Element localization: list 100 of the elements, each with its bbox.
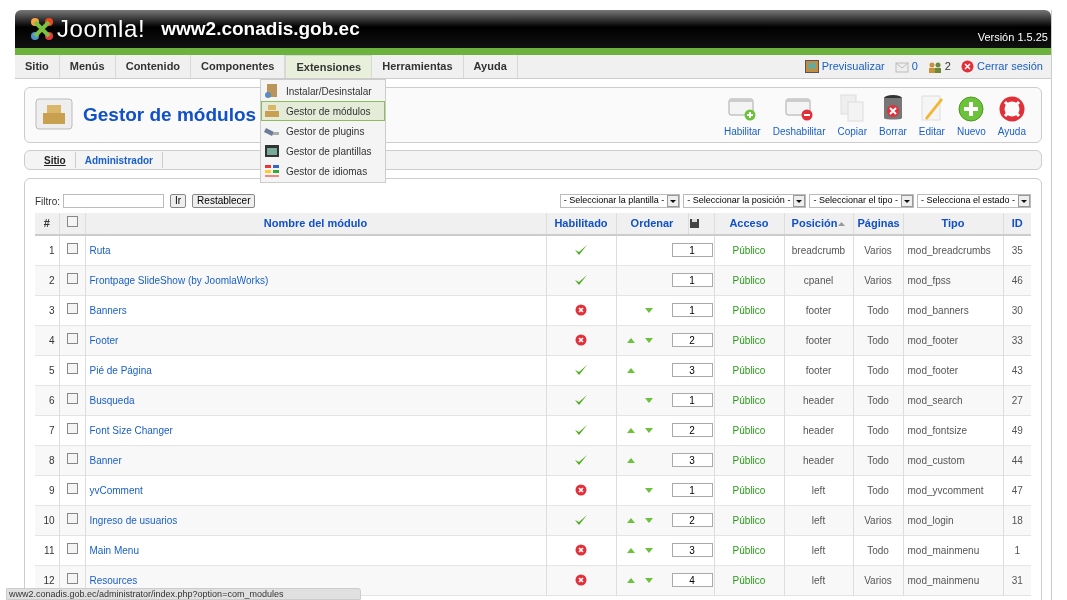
toolbar-button[interactable]: Ayuda: [992, 91, 1031, 139]
checkbox[interactable]: [66, 422, 78, 434]
move-up-icon[interactable]: [626, 337, 635, 343]
checkbox[interactable]: [66, 243, 78, 254]
checkbox[interactable]: [66, 392, 78, 404]
window-plus-icon: [728, 95, 757, 122]
move-down-icon[interactable]: [644, 427, 653, 433]
checkbox[interactable]: [66, 542, 78, 554]
order-input[interactable]: 2: [671, 513, 713, 527]
module-link[interactable]: Banner: [89, 454, 122, 466]
module-link[interactable]: Font Size Changer: [89, 424, 173, 436]
toolbar-button[interactable]: Habilitar: [719, 91, 766, 139]
move-down-icon[interactable]: [644, 547, 653, 553]
move-up-icon[interactable]: [626, 367, 635, 373]
toolbar-button[interactable]: Editar: [913, 91, 950, 139]
order-input[interactable]: 2: [671, 423, 713, 437]
check-icon: [574, 394, 588, 406]
subtab-link[interactable]: Administrador: [84, 154, 153, 166]
access-cell: Público: [714, 445, 784, 475]
filter-select[interactable]: - Selecciona el estado -: [916, 194, 1031, 208]
menu-tab[interactable]: Herramientas: [372, 55, 464, 78]
dropdown-item[interactable]: Instalar/Desinstalar: [261, 81, 385, 101]
move-up-icon[interactable]: [626, 547, 635, 553]
filter-select[interactable]: - Seleccionar la posición -: [683, 194, 807, 208]
module-link[interactable]: yvComment: [89, 484, 143, 496]
table-cell: mod_banners: [903, 295, 1003, 325]
order-input[interactable]: 1: [671, 303, 713, 317]
checkbox[interactable]: [66, 512, 78, 524]
table-cell: Todo: [853, 445, 903, 475]
checkbox[interactable]: [66, 362, 78, 374]
order-input[interactable]: 3: [671, 453, 713, 467]
column-header[interactable]: Tipo: [941, 215, 965, 232]
module-link[interactable]: Banners: [89, 304, 127, 316]
module-link[interactable]: Ruta: [89, 245, 111, 256]
access-cell: Público: [714, 235, 784, 265]
checkbox[interactable]: [66, 272, 78, 284]
toolbar-button[interactable]: Deshabilitar: [767, 91, 831, 139]
module-link[interactable]: Frontpage SlideShow (by JoomlaWorks): [89, 274, 269, 286]
checkbox[interactable]: [66, 572, 78, 584]
table-cell: 44: [1003, 445, 1031, 475]
menu-tab[interactable]: Menús: [59, 55, 116, 78]
order-input[interactable]: 1: [671, 243, 713, 258]
header-link[interactable]: Cerrar sesión: [976, 58, 1043, 75]
move-up-icon[interactable]: [626, 517, 635, 523]
filter-select[interactable]: - Seleccionar la plantilla -: [559, 194, 681, 208]
table-cell: Todo: [853, 475, 903, 505]
dropdown-item[interactable]: Gestor de plantillas: [261, 141, 385, 161]
order-input[interactable]: 3: [671, 363, 713, 377]
menu-tab[interactable]: Sitio: [15, 55, 60, 78]
module-link[interactable]: Footer: [89, 334, 119, 346]
move-down-icon[interactable]: [644, 577, 653, 583]
table-cell: header: [784, 445, 853, 475]
order-input[interactable]: 4: [671, 573, 713, 587]
checkbox[interactable]: [66, 332, 78, 344]
move-down-icon[interactable]: [644, 337, 653, 343]
move-down-icon[interactable]: [644, 487, 653, 493]
dropdown-item[interactable]: Gestor de módulos: [261, 101, 385, 121]
module-link[interactable]: Ingreso de usuarios: [89, 514, 178, 526]
save-order-icon[interactable]: [688, 218, 700, 229]
toolbar-button[interactable]: Borrar: [874, 91, 912, 139]
menu-tab[interactable]: Contenido: [115, 55, 192, 78]
checkbox[interactable]: [66, 302, 78, 314]
toolbar-button[interactable]: Nuevo: [951, 91, 991, 139]
checkbox[interactable]: [66, 452, 78, 464]
table-cell: left: [784, 535, 853, 565]
order-input[interactable]: 1: [671, 483, 713, 497]
count-label[interactable]: 0: [911, 58, 918, 75]
access-cell: Público: [714, 295, 784, 325]
move-down-icon[interactable]: [644, 307, 653, 313]
filter-input[interactable]: [63, 194, 164, 208]
check-icon: [574, 244, 588, 257]
checkbox[interactable]: [66, 216, 78, 228]
filter-select[interactable]: - Seleccionar el tipo -: [809, 194, 914, 208]
order-input[interactable]: 1: [671, 393, 713, 407]
column-header[interactable]: Nombre del módulo: [263, 215, 368, 232]
reset-button[interactable]: Restablecer: [192, 194, 256, 208]
move-up-icon[interactable]: [626, 457, 635, 463]
order-input[interactable]: 1: [671, 273, 713, 287]
move-down-icon[interactable]: [644, 517, 653, 523]
menu-tab[interactable]: Extensiones: [285, 55, 373, 78]
dropdown-item[interactable]: Gestor de plugins: [261, 121, 385, 141]
module-link[interactable]: Resources: [89, 574, 138, 586]
order-input[interactable]: 2: [671, 333, 713, 347]
table-cell: Varios: [853, 265, 903, 295]
toolbar-button[interactable]: Copiar: [832, 91, 872, 139]
table-cell: mod_custom: [903, 445, 1003, 475]
checkbox[interactable]: [66, 482, 78, 494]
move-up-icon[interactable]: [626, 427, 635, 433]
move-down-icon[interactable]: [644, 397, 653, 403]
header-link[interactable]: Previsualizar: [821, 58, 885, 75]
module-link[interactable]: Pié de Página: [89, 364, 152, 376]
subtab-link[interactable]: Sitio: [44, 154, 66, 166]
module-link[interactable]: Busqueda: [89, 394, 135, 406]
copy-icon: [838, 93, 867, 122]
menu-tab[interactable]: Ayuda: [463, 55, 518, 78]
dropdown-item[interactable]: Gestor de idiomas: [261, 161, 385, 181]
go-button[interactable]: Ir: [170, 194, 187, 208]
order-input[interactable]: 3: [671, 543, 713, 557]
move-up-icon[interactable]: [626, 577, 635, 583]
module-link[interactable]: Main Menu: [89, 544, 139, 556]
